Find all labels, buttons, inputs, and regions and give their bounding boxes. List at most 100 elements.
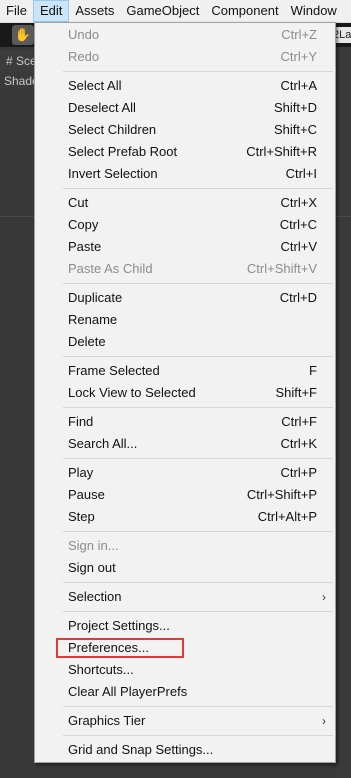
menu-bar: File Edit Assets GameObject Component Wi… [0,0,351,23]
menu-item-sign-in: Sign in... [35,535,335,557]
chevron-right-icon: › [322,590,326,604]
menu-edit[interactable]: Edit [32,0,70,22]
menu-item-shortcut: Ctrl+Z [281,27,317,42]
menu-item-undo: Undo Ctrl+Z [35,24,335,46]
menu-item-label: Sign in... [68,538,119,553]
menu-item-shortcut: Ctrl+V [280,239,317,254]
menu-item-graphics-tier[interactable]: Graphics Tier › [35,710,335,732]
menu-item-step[interactable]: Step Ctrl+Alt+P [35,506,335,528]
menu-separator [63,283,333,284]
menu-item-find[interactable]: Find Ctrl+F [35,411,335,433]
menu-item-copy[interactable]: Copy Ctrl+C [35,214,335,236]
menu-item-selection[interactable]: Selection › [35,586,335,608]
menu-item-paste-as-child: Paste As Child Ctrl+Shift+V [35,258,335,280]
menu-item-shortcut: Ctrl+K [280,436,317,451]
menu-item-label: Sign out [68,560,116,575]
menu-item-select-all[interactable]: Select All Ctrl+A [35,75,335,97]
menu-item-label: Play [68,465,94,480]
menu-item-shortcut: Ctrl+Shift+P [246,487,317,502]
menu-assets[interactable]: Assets [69,0,120,22]
menu-item-rename[interactable]: Rename [35,309,335,331]
menu-item-shortcut: Ctrl+I [285,166,317,181]
menu-item-label: Cut [68,195,89,210]
menu-separator [63,407,333,408]
menu-separator [63,706,333,707]
menu-item-delete[interactable]: Delete [35,331,335,353]
menu-item-invert-selection[interactable]: Invert Selection Ctrl+I [35,163,335,185]
menu-item-pause[interactable]: Pause Ctrl+Shift+P [35,484,335,506]
menu-item-label: Search All... [68,436,138,451]
menu-file[interactable]: File [0,0,33,22]
menu-item-play[interactable]: Play Ctrl+P [35,462,335,484]
menu-item-paste[interactable]: Paste Ctrl+V [35,236,335,258]
menu-component[interactable]: Component [205,0,284,22]
menu-item-shortcut: Ctrl+Alt+P [257,509,317,524]
menu-item-label: Duplicate [68,290,123,305]
menu-item-cut[interactable]: Cut Ctrl+X [35,192,335,214]
menu-separator [63,582,333,583]
menu-separator [63,531,333,532]
menu-item-shortcut: Ctrl+Shift+V [246,261,317,276]
edit-menu-dropdown: Undo Ctrl+Z Redo Ctrl+Y Select All Ctrl+… [34,22,336,763]
menu-item-lock-view-to-selected[interactable]: Lock View to Selected Shift+F [35,382,335,404]
menu-item-shortcut: Ctrl+Y [280,49,317,64]
menu-item-select-children[interactable]: Select Children Shift+C [35,119,335,141]
menu-item-duplicate[interactable]: Duplicate Ctrl+D [35,287,335,309]
menu-item-redo: Redo Ctrl+Y [35,46,335,68]
menu-item-shortcut: Ctrl+A [280,78,317,93]
menu-item-label: Invert Selection [68,166,158,181]
menu-item-label: Delete [68,334,106,349]
menu-separator [63,71,333,72]
menu-item-shortcuts[interactable]: Shortcuts... [35,659,335,681]
menu-item-shortcut: Shift+C [274,122,317,137]
menu-item-label: Rename [68,312,118,327]
menu-item-clear-all-playerprefs[interactable]: Clear All PlayerPrefs [35,681,335,703]
menu-item-label: Select Prefab Root [68,144,178,159]
menu-item-shortcut: F [309,363,317,378]
menu-item-shortcut: Ctrl+X [280,195,317,210]
menu-item-frame-selected[interactable]: Frame Selected F [35,360,335,382]
menu-item-label: Select All [68,78,122,93]
menu-item-grid-and-snap-settings[interactable]: Grid and Snap Settings... [35,739,335,761]
menu-separator [63,356,333,357]
menu-item-shortcut: Ctrl+P [280,465,317,480]
hand-tool-icon[interactable]: ✋ [12,25,34,45]
menu-item-select-prefab-root[interactable]: Select Prefab Root Ctrl+Shift+R [35,141,335,163]
divider [336,216,351,217]
menu-item-label: Step [68,509,95,524]
menu-item-label: Selection [68,589,122,604]
menu-item-label: Deselect All [68,100,136,115]
menu-item-label: Project Settings... [68,618,170,633]
menu-item-project-settings[interactable]: Project Settings... [35,615,335,637]
divider [0,216,36,217]
menu-item-shortcut: Shift+F [275,385,317,400]
menu-item-label: Graphics Tier [68,713,146,728]
menu-item-label: Select Children [68,122,157,137]
chevron-right-icon: › [322,714,326,728]
menu-separator [63,458,333,459]
menu-item-shortcut: Shift+D [274,100,317,115]
menu-item-search-all[interactable]: Search All... Ctrl+K [35,433,335,455]
preferences-highlight-box [56,638,184,658]
menu-item-label: Lock View to Selected [68,385,196,400]
scene-view-right [336,47,351,778]
menu-item-label: Pause [68,487,105,502]
menu-separator [63,611,333,612]
menu-item-label: Grid and Snap Settings... [68,742,214,757]
menu-item-label: Copy [68,217,99,232]
menu-item-deselect-all[interactable]: Deselect All Shift+D [35,97,335,119]
menu-separator [63,188,333,189]
menu-gameobject[interactable]: GameObject [120,0,205,22]
menu-item-shortcut: Ctrl+C [279,217,317,232]
menu-item-shortcut: Ctrl+Shift+R [246,144,317,159]
menu-separator [63,735,333,736]
menu-item-label: Paste As Child [68,261,153,276]
menu-item-label: Shortcuts... [68,662,134,677]
menu-item-label: Find [68,414,94,429]
menu-item-label: Clear All PlayerPrefs [68,684,188,699]
menu-window[interactable]: Window [285,0,343,22]
menu-item-sign-out[interactable]: Sign out [35,557,335,579]
menu-item-label: Frame Selected [68,363,160,378]
menu-item-shortcut: Ctrl+D [279,290,317,305]
menu-item-shortcut: Ctrl+F [281,414,317,429]
